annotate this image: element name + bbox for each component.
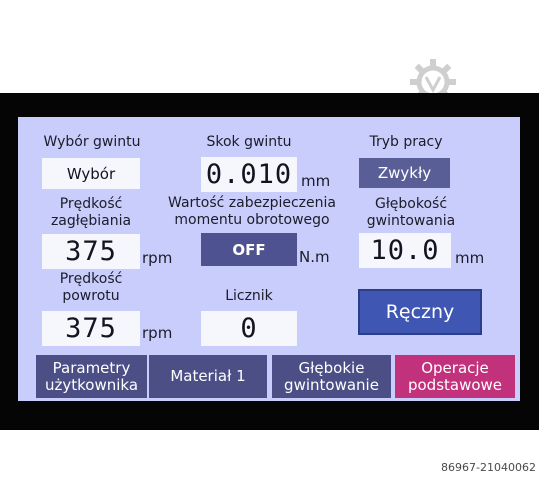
thread-pitch-unit: mm bbox=[301, 172, 331, 190]
torque-protection-button[interactable]: OFF bbox=[201, 233, 297, 266]
thread-pitch-label: Skok gwintu bbox=[206, 134, 292, 150]
return-speed-field[interactable]: 375 bbox=[42, 311, 140, 346]
nav-deep-tapping[interactable]: Głębokie gwintowanie bbox=[272, 355, 391, 398]
nav-material[interactable]: Materiał 1 bbox=[149, 355, 267, 398]
tapping-depth-label: Głębokość gwintowania bbox=[366, 196, 456, 229]
tapping-depth-unit: mm bbox=[455, 249, 485, 267]
return-speed-unit: rpm bbox=[142, 324, 173, 342]
hmi-screen: Wybór gwintu Wybór Skok gwintu 0.010 mm … bbox=[18, 117, 520, 401]
torque-protection-unit: N.m bbox=[299, 248, 330, 266]
image-id-watermark: 86967-21040062 bbox=[441, 461, 536, 474]
plunge-speed-unit: rpm bbox=[142, 249, 173, 267]
thread-selection-label: Wybór gwintu bbox=[43, 134, 141, 150]
plunge-speed-field[interactable]: 375 bbox=[42, 234, 140, 269]
torque-protection-label: Wartość zabezpieczenia momentu obrotoweg… bbox=[168, 195, 336, 228]
return-speed-label: Prędkość powrotu bbox=[59, 271, 123, 304]
counter-label: Licznik bbox=[225, 288, 273, 304]
thread-selection-field[interactable]: Wybór bbox=[42, 158, 140, 189]
plunge-speed-label: Prędkość zagłębiania bbox=[50, 196, 132, 229]
work-mode-button[interactable]: Zwykły bbox=[359, 158, 450, 188]
tapping-depth-field[interactable]: 10.0 bbox=[359, 233, 451, 268]
nav-basic-operations[interactable]: Operacje podstawowe bbox=[395, 355, 515, 398]
thread-pitch-field[interactable]: 0.010 bbox=[201, 157, 297, 192]
nav-user-parameters[interactable]: Parametry użytkownika bbox=[36, 355, 147, 398]
manual-mode-button[interactable]: Ręczny bbox=[358, 289, 482, 335]
work-mode-label: Tryb pracy bbox=[369, 134, 443, 150]
counter-field[interactable]: 0 bbox=[201, 311, 297, 346]
